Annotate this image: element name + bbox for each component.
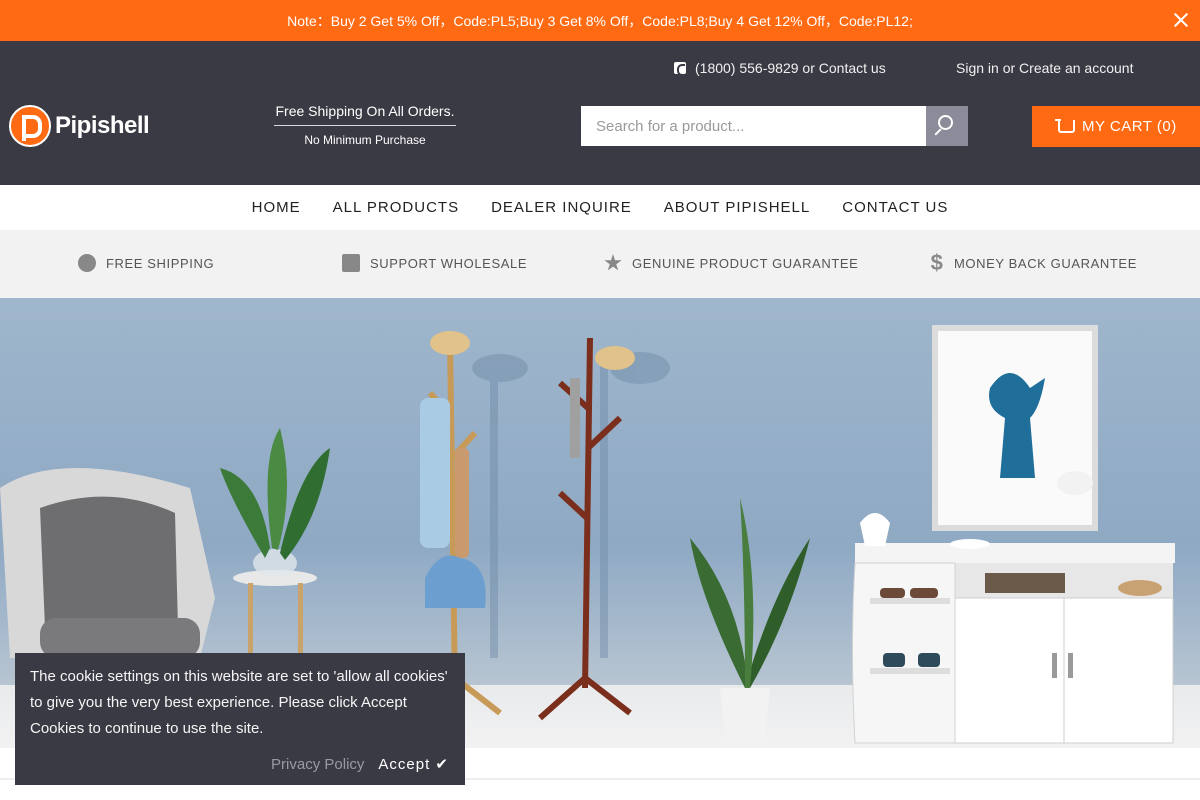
- shipping-subtitle: No Minimum Purchase: [304, 133, 426, 147]
- close-icon[interactable]: [1170, 9, 1192, 31]
- create-account-link[interactable]: Create an account: [1019, 60, 1133, 76]
- site-logo[interactable]: Pipishell: [9, 105, 150, 147]
- phone-icon: [674, 62, 686, 76]
- phone-or-text: or: [798, 60, 819, 76]
- site-header: (1800) 556-9829 or Contact us Sign in or…: [0, 41, 1200, 185]
- nav-dealer-inquire[interactable]: DEALER INQUIRE: [475, 199, 648, 216]
- gift-icon: [342, 254, 360, 272]
- nav-contact-us[interactable]: CONTACT US: [826, 199, 964, 216]
- cart-icon: [1055, 119, 1075, 133]
- sign-in-link[interactable]: Sign in: [956, 60, 999, 76]
- feature-label: FREE SHIPPING: [106, 255, 215, 271]
- star-icon: [604, 254, 622, 271]
- globe-icon: [78, 254, 96, 272]
- logo-text: Pipishell: [55, 112, 150, 139]
- feature-support-wholesale: SUPPORT WHOLESALE: [342, 254, 527, 272]
- feature-money-back: $ MONEY BACK GUARANTEE: [930, 250, 1137, 275]
- pipishell-logo-icon: [9, 105, 51, 147]
- main-nav: HOME ALL PRODUCTS DEALER INQUIRE ABOUT P…: [0, 185, 1200, 230]
- accept-cookies-button[interactable]: Accept ✔: [378, 755, 449, 773]
- cart-label: MY CART (0): [1082, 118, 1177, 135]
- feature-bar: FREE SHIPPING SUPPORT WHOLESALE GENUINE …: [0, 230, 1200, 298]
- phone-contact: (1800) 556-9829 or Contact us: [674, 60, 886, 76]
- nav-about-pipishell[interactable]: ABOUT PIPISHELL: [648, 199, 826, 216]
- cookie-message: The cookie settings on this website are …: [30, 668, 448, 737]
- account-or-text: or: [998, 60, 1020, 76]
- feature-genuine-guarantee: GENUINE PRODUCT GUARANTEE: [604, 254, 858, 272]
- feature-label: SUPPORT WHOLESALE: [370, 255, 528, 271]
- cart-button[interactable]: MY CART (0): [1032, 106, 1200, 147]
- nav-all-products[interactable]: ALL PRODUCTS: [317, 199, 475, 216]
- phone-number[interactable]: (1800) 556-9829: [695, 60, 799, 76]
- privacy-policy-link[interactable]: Privacy Policy: [271, 756, 364, 773]
- nav-home[interactable]: HOME: [236, 199, 317, 216]
- feature-free-shipping: FREE SHIPPING: [78, 254, 214, 272]
- search-bar: [581, 106, 968, 146]
- feature-label: MONEY BACK GUARANTEE: [954, 255, 1137, 271]
- cookie-banner: The cookie settings on this website are …: [15, 653, 465, 785]
- contact-link[interactable]: Contact us: [819, 60, 886, 76]
- dollar-icon: $: [930, 250, 944, 275]
- account-links: Sign in or Create an account: [956, 60, 1133, 76]
- announcement-bar: Note：Buy 2 Get 5% Off，Code:PL5;Buy 3 Get…: [0, 0, 1200, 41]
- shipping-notice: Free Shipping On All Orders. No Minimum …: [274, 103, 456, 147]
- feature-label: GENUINE PRODUCT GUARANTEE: [632, 255, 859, 271]
- shipping-title: Free Shipping On All Orders.: [274, 103, 456, 126]
- cookie-actions: Privacy Policy Accept ✔: [271, 755, 449, 774]
- announcement-text: Note：Buy 2 Get 5% Off，Code:PL5;Buy 3 Get…: [287, 12, 913, 29]
- search-input[interactable]: [581, 106, 926, 146]
- search-button[interactable]: [926, 106, 968, 146]
